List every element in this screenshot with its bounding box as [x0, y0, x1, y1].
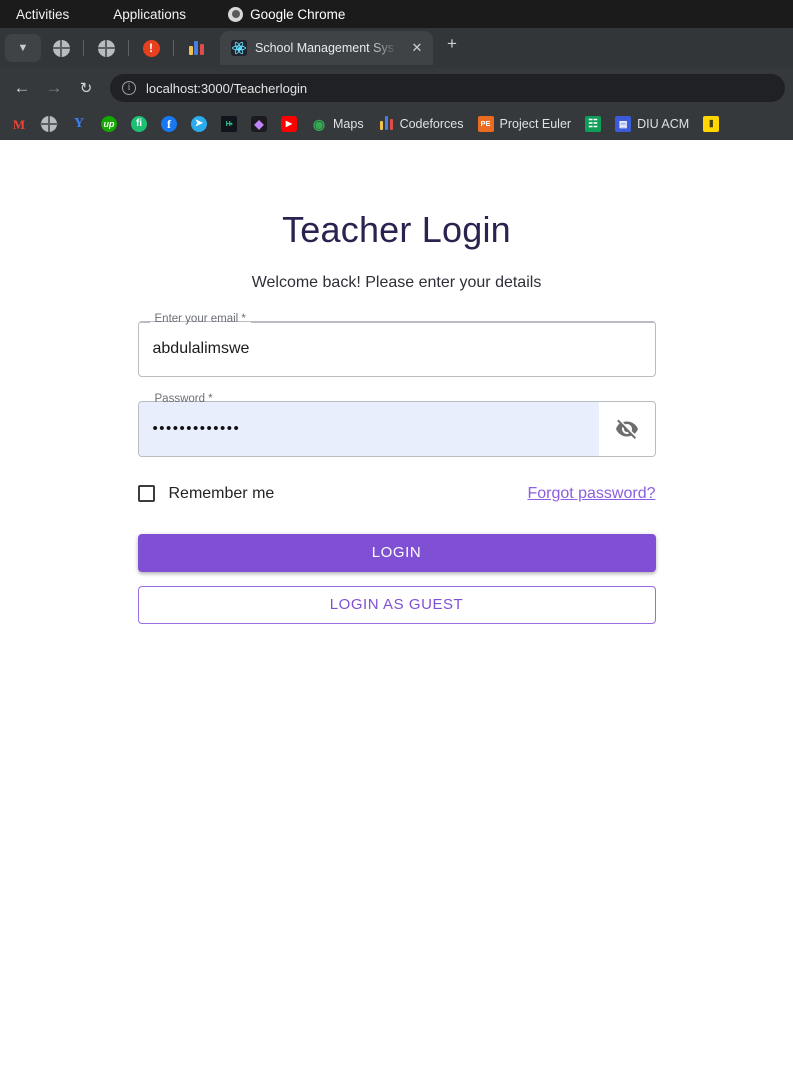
google-sheets-icon: ☷ [585, 116, 602, 132]
bookmark-item[interactable]: H▪ [214, 113, 244, 135]
hackerearth-icon: H▪ [221, 116, 237, 132]
bookmark-item[interactable]: up [94, 113, 124, 135]
react-logo-icon [231, 40, 247, 56]
yellow-bookmark-icon: ⦀ [703, 116, 720, 132]
active-app-label: Google Chrome [250, 6, 346, 22]
bookmark-item[interactable]: ➤ [184, 113, 214, 135]
remember-me-label: Remember me [168, 484, 275, 502]
page-content: Teacher Login Welcome back! Please enter… [0, 140, 793, 1080]
activities-button[interactable]: Activities [16, 7, 113, 22]
page-subtitle: Welcome back! Please enter your details [251, 273, 542, 291]
tab-group-chevron[interactable]: ▼ [5, 34, 41, 62]
pinned-tab-globe-2[interactable] [88, 33, 124, 63]
bookmarks-bar: M Yup fi f ➤ H▪ ◆ ▶ ◉ Maps Codeforces PE Project Eul… [0, 108, 793, 140]
bookmark-item[interactable]: ◉ Maps [304, 113, 371, 135]
bookmark-item[interactable]: f [154, 113, 184, 135]
tab-divider [173, 40, 174, 56]
gmail-icon: M [12, 116, 26, 132]
bar-chart-icon [188, 41, 204, 55]
toggle-password-visibility-button[interactable] [598, 401, 655, 456]
tab-divider [128, 40, 129, 56]
pinned-tab-alert[interactable]: ! [133, 33, 169, 63]
browser-toolbar: ← → ↻ i localhost:3000/Teacherlogin [0, 68, 793, 108]
remember-me-control[interactable]: Remember me [137, 484, 275, 503]
password-field[interactable]: Password * ••••••••••••• [137, 393, 656, 457]
email-input[interactable]: abdulalimswe [139, 322, 655, 376]
os-top-bar: Activities Applications Google Chrome [0, 0, 793, 28]
chevron-down-icon: ▼ [17, 41, 29, 54]
bookmark-item[interactable]: ⦀ [696, 113, 726, 135]
bookmark-item[interactable]: ☷ [578, 113, 608, 135]
diamond-icon: ◆ [251, 116, 267, 132]
new-tab-button[interactable]: + [447, 34, 457, 54]
alert-circle-icon: ! [142, 39, 160, 57]
globe-icon [40, 116, 58, 132]
project-euler-icon: PE [477, 116, 494, 132]
chrome-icon [228, 6, 244, 22]
bookmark-label: Codeforces [399, 117, 464, 131]
address-bar[interactable]: i localhost:3000/Teacherlogin [110, 74, 785, 102]
pinned-tab-globe-1[interactable] [43, 33, 79, 63]
close-icon[interactable]: ✕ [409, 40, 425, 56]
applications-button[interactable]: Applications [113, 7, 204, 22]
bookmark-label: Project Euler [499, 117, 572, 131]
bookmark-item[interactable]: Codeforces [371, 113, 471, 135]
bookmark-item[interactable] [34, 113, 64, 135]
bookmark-item[interactable]: ▶ [274, 113, 304, 135]
facebook-icon: f [161, 116, 177, 132]
tab-title: School Management Sys [255, 41, 394, 55]
back-button[interactable]: ← [8, 74, 36, 102]
google-maps-icon: ◉ [312, 116, 326, 132]
bookmark-item[interactable]: Y [64, 113, 94, 135]
globe-icon [97, 39, 115, 57]
info-circle-icon[interactable]: i [122, 81, 136, 95]
tab-divider [83, 40, 84, 56]
browser-tab-strip: ▼ ! School Management Sys ✕ + [0, 28, 793, 68]
options-row: Remember me Forgot password? [137, 482, 656, 506]
codeforces-icon [378, 116, 394, 132]
eye-off-icon [615, 419, 638, 439]
fiverr-icon: fi [131, 116, 147, 132]
globe-icon [52, 39, 70, 57]
upwork-icon: up [101, 116, 117, 132]
email-field[interactable]: Enter your email * abdulalimswe [137, 313, 656, 377]
bookmark-item[interactable]: PE Project Euler [471, 113, 579, 135]
active-app-indicator[interactable]: Google Chrome [204, 6, 346, 22]
telegram-icon: ➤ [191, 116, 207, 132]
password-input[interactable]: ••••••••••••• [138, 401, 600, 456]
bookmark-item[interactable]: fi [124, 113, 154, 135]
bookmark-item[interactable]: ▤ DIU ACM [608, 113, 696, 135]
bookmark-label: DIU ACM [637, 117, 690, 131]
login-as-guest-button[interactable]: LOGIN AS GUEST [137, 585, 656, 624]
pinned-tab-chart[interactable] [178, 33, 214, 63]
remember-me-checkbox[interactable] [137, 485, 155, 503]
forgot-password-link[interactable]: Forgot password? [527, 485, 655, 503]
forward-button[interactable]: → [40, 74, 68, 102]
youtube-icon: ▶ [281, 116, 297, 132]
bookmark-item[interactable]: ◆ [244, 113, 274, 135]
bookmark-label: Maps [333, 117, 364, 131]
login-button[interactable]: LOGIN [137, 533, 656, 572]
bookmark-item[interactable]: M [4, 113, 34, 135]
reload-button[interactable]: ↻ [72, 74, 100, 102]
address-bar-url: localhost:3000/Teacherlogin [146, 80, 308, 96]
y-icon: Y [73, 116, 85, 131]
browser-tab-active[interactable]: School Management Sys ✕ [220, 31, 433, 65]
diu-acm-icon: ▤ [615, 116, 632, 132]
page-title: Teacher Login [282, 209, 511, 250]
login-form: Teacher Login Welcome back! Please enter… [137, 200, 656, 624]
